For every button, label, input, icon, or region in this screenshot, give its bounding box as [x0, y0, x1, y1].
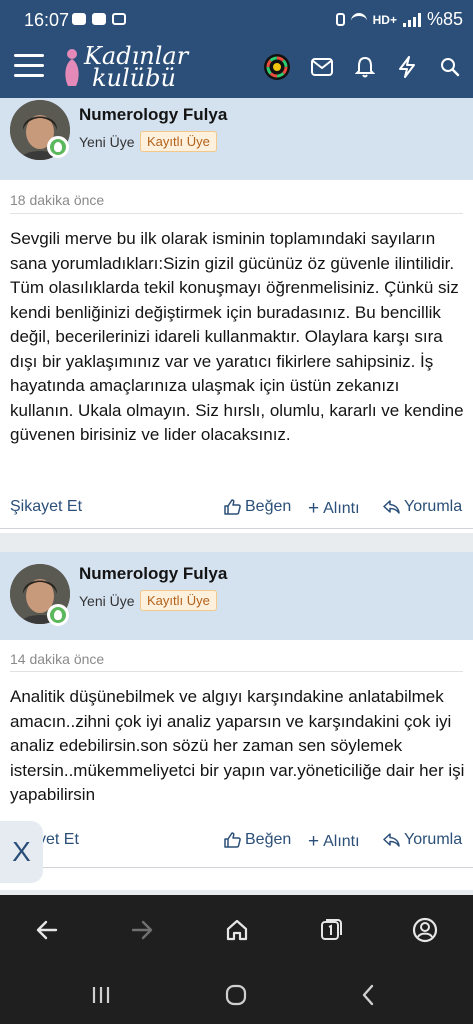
battery-level: %85: [426, 9, 463, 29]
quote-button[interactable]: + Alıntı: [308, 498, 360, 520]
post-actions: yet Et Beğen + Alıntı Yorumla: [10, 831, 463, 855]
browser-toolbar: [0, 895, 473, 965]
report-label: yet Et: [38, 831, 79, 848]
system-back-icon[interactable]: [353, 980, 383, 1010]
post-header: Numerology Fulya Yeni Üye Kayıtlı Üye: [0, 552, 473, 640]
post-header: Numerology Fulya Yeni Üye Kayıtlı Üye: [0, 98, 473, 180]
quote-button[interactable]: + Alıntı: [308, 831, 360, 853]
like-button[interactable]: Beğen: [224, 498, 291, 516]
like-button[interactable]: Beğen: [224, 831, 291, 849]
forward-arrow-icon[interactable]: [127, 915, 157, 945]
thumbs-up-icon: [224, 832, 241, 848]
post-time[interactable]: 18 dakika önce: [10, 192, 104, 208]
reply-label: Yorumla: [404, 498, 463, 515]
wifi-icon: [350, 12, 367, 27]
username[interactable]: Numerology Fulya: [79, 564, 227, 584]
close-label: X: [12, 836, 31, 867]
account-icon[interactable]: [410, 915, 440, 945]
like-label: Beğen: [245, 498, 292, 515]
status-time: 16:07: [24, 10, 70, 30]
site-logo[interactable]: Kadınlar kulübü: [62, 42, 192, 94]
logo-text-line2: kulübü: [92, 64, 176, 92]
gallery-notification-icon: [92, 13, 106, 25]
battery-saver-icon: [335, 13, 345, 26]
menu-icon[interactable]: [14, 54, 44, 78]
username[interactable]: Numerology Fulya: [79, 105, 227, 125]
online-status-icon: [47, 136, 69, 158]
home-button-icon[interactable]: [221, 980, 251, 1010]
notification-icons: [72, 13, 126, 25]
post-time[interactable]: 14 dakika önce: [10, 651, 104, 667]
reply-button[interactable]: Yorumla: [383, 831, 462, 849]
image-notification-icon: [72, 13, 86, 25]
network-type: HD+: [372, 12, 397, 27]
post-body: Sevgili merve bu ilk olarak isminin topl…: [10, 229, 464, 444]
signal-icon: [402, 12, 421, 27]
user-title: Yeni Üye: [79, 593, 135, 609]
reply-arrow-icon: [383, 500, 400, 514]
user-title: Yeni Üye: [79, 134, 135, 150]
home-icon[interactable]: [222, 915, 252, 945]
plus-icon: +: [308, 831, 320, 852]
plus-icon: +: [308, 498, 320, 519]
tabs-icon[interactable]: [316, 915, 346, 945]
online-status-icon: [47, 604, 69, 626]
reply-arrow-icon: [383, 833, 400, 847]
logo-figure-icon: [65, 49, 79, 86]
bolt-icon[interactable]: [392, 52, 422, 82]
member-badge: Kayıtlı Üye: [140, 590, 217, 611]
app-header: Kadınlar kulübü: [0, 38, 473, 98]
system-navigation-bar: [0, 965, 473, 1024]
member-badge: Kayıtlı Üye: [140, 131, 217, 152]
post-divider: [0, 528, 473, 529]
status-right: HD+ %85: [335, 9, 463, 30]
like-label: Beğen: [245, 831, 292, 848]
reply-label: Yorumla: [404, 831, 463, 848]
post-divider: [0, 867, 473, 868]
report-button[interactable]: Şikayet Et: [10, 498, 82, 516]
forum-post: Numerology Fulya Yeni Üye Kayıtlı Üye 18…: [0, 98, 473, 533]
reply-button[interactable]: Yorumla: [383, 498, 462, 516]
divider: [10, 671, 463, 672]
post-actions: Şikayet Et Beğen + Alıntı Yorumla: [10, 498, 463, 522]
thread-content[interactable]: Numerology Fulya Yeni Üye Kayıtlı Üye 18…: [0, 98, 473, 895]
mail-icon[interactable]: [307, 52, 337, 82]
forum-post: Numerology Fulya Yeni Üye Kayıtlı Üye 14…: [0, 552, 473, 890]
report-label: Şikayet Et: [10, 498, 83, 515]
report-button[interactable]: yet Et: [38, 831, 79, 849]
bell-icon[interactable]: [350, 52, 380, 82]
divider: [10, 213, 463, 214]
quote-label: Alıntı: [323, 833, 360, 850]
post-body: Analitik düşünebilmek ve algıyı karşında…: [10, 687, 465, 804]
floating-close-button[interactable]: X: [0, 821, 43, 883]
status-bar: 16:07 HD+ %85: [0, 0, 473, 38]
color-wheel-icon[interactable]: [262, 52, 292, 82]
back-arrow-icon[interactable]: [32, 915, 62, 945]
message-notification-icon: [112, 13, 126, 25]
search-icon[interactable]: [435, 52, 465, 82]
recent-apps-icon[interactable]: [86, 980, 116, 1010]
quote-label: Alıntı: [323, 500, 360, 517]
thumbs-up-icon: [224, 499, 241, 515]
